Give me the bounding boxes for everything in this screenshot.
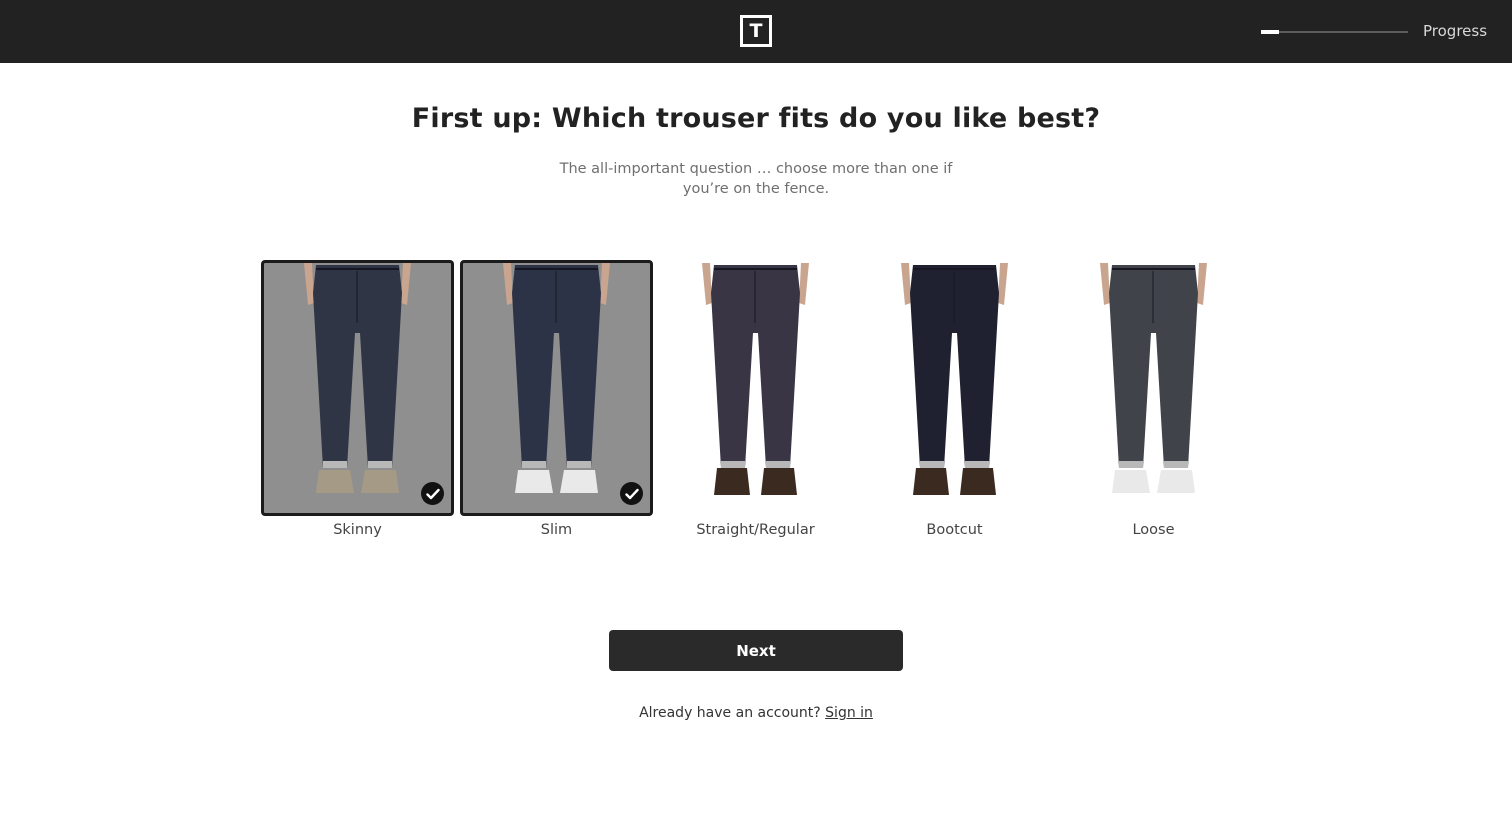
checkmark-icon (620, 482, 643, 505)
account-prompt: Already have an account? (639, 705, 821, 721)
fit-option-label: Straight/Regular (696, 522, 815, 538)
fit-option-image[interactable] (659, 260, 852, 516)
logo-icon[interactable]: T (740, 15, 772, 47)
fit-option-image[interactable] (460, 260, 653, 516)
fit-option-image[interactable] (1057, 260, 1250, 516)
fit-option-2[interactable]: Straight/Regular (659, 260, 852, 538)
progress-fill (1261, 30, 1279, 34)
jeans-photo-icon (702, 263, 809, 495)
fit-option-image[interactable] (261, 260, 454, 516)
fit-option-0[interactable]: Skinny (261, 260, 454, 538)
jeans-photo-icon (503, 263, 610, 493)
question-title: First up: Which trouser fits do you like… (411, 103, 1101, 134)
progress-bar (1261, 30, 1408, 34)
logo-letter: T (749, 19, 763, 42)
next-button[interactable]: Next (609, 630, 903, 671)
fit-option-label: Bootcut (926, 522, 983, 538)
jeans-photo-icon (304, 263, 411, 493)
fit-option-4[interactable]: Loose (1057, 260, 1250, 538)
question-subtitle: The all-important question … choose more… (559, 161, 953, 197)
fit-option-label: Slim (540, 522, 573, 538)
fit-option-3[interactable]: Bootcut (858, 260, 1051, 538)
fit-option-image[interactable] (858, 260, 1051, 516)
jeans-photo-icon (1100, 263, 1207, 493)
checkmark-icon (421, 482, 444, 505)
fit-option-label: Loose (1132, 522, 1175, 538)
fit-option-label: Skinny (333, 522, 382, 538)
signin-row: Already have an account? Sign in (0, 705, 1512, 721)
sign-in-link[interactable]: Sign in (825, 705, 873, 721)
top-bar: T Progress (0, 0, 1512, 63)
jeans-photo-icon (901, 263, 1008, 495)
fit-option-1[interactable]: Slim (460, 260, 653, 538)
progress-label: Progress (1423, 22, 1488, 40)
